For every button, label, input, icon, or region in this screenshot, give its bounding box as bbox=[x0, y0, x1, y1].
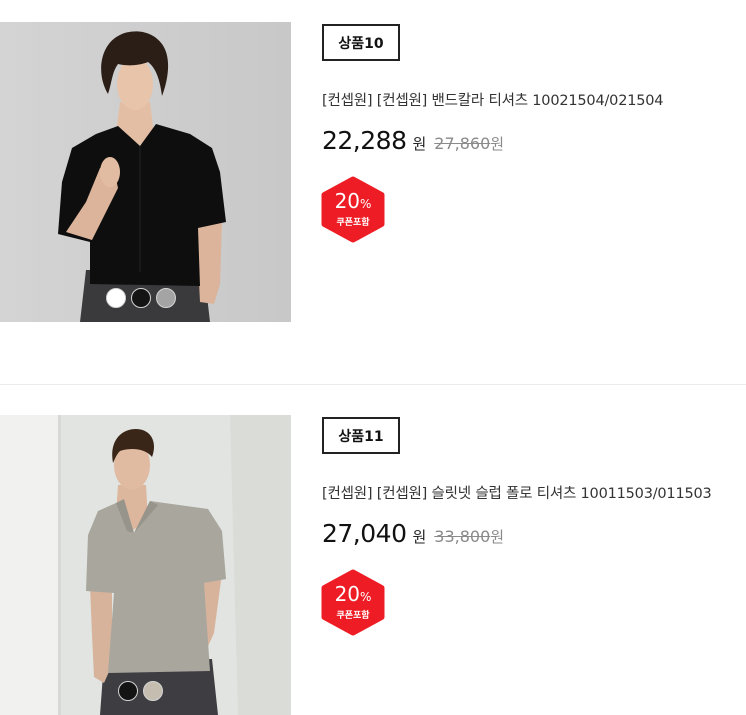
sale-price: 22,288 bbox=[322, 126, 407, 155]
divider bbox=[0, 384, 746, 385]
product-card: 상품11 [컨셉원] [컨셉원] 슬릿넷 슬럽 폴로 티셔츠 10011503/… bbox=[0, 415, 746, 715]
discount-unit: % bbox=[360, 197, 372, 211]
color-swatch-list bbox=[0, 288, 281, 308]
product-number-badge: 상품11 bbox=[322, 417, 400, 454]
discount-badge: 20% 쿠폰포함 bbox=[321, 569, 385, 636]
color-swatch[interactable] bbox=[155, 288, 176, 308]
discount-percent: 20% bbox=[321, 190, 385, 215]
product-photo bbox=[0, 415, 291, 715]
discount-value: 20 bbox=[334, 189, 361, 213]
discount-unit: % bbox=[360, 590, 372, 604]
discount-badge: 20% 쿠폰포함 bbox=[321, 176, 385, 243]
discount-percent: 20% bbox=[321, 583, 385, 608]
product-card: 상품10 [컨셉원] [컨셉원] 밴드칼라 티셔츠 10021504/02150… bbox=[0, 22, 746, 322]
coupon-label: 쿠폰포함 bbox=[336, 611, 370, 621]
color-swatch-list bbox=[0, 681, 281, 701]
sale-price-unit: 원 bbox=[412, 135, 427, 153]
product-title[interactable]: [컨셉원] [컨셉원] 슬릿넷 슬럽 폴로 티셔츠 10011503/01150… bbox=[322, 484, 746, 504]
original-price: 27,860 bbox=[434, 134, 491, 153]
product-photo bbox=[0, 22, 291, 322]
product-number-badge: 상품10 bbox=[322, 24, 400, 61]
original-price-unit: 원 bbox=[490, 528, 505, 546]
original-price-unit: 원 bbox=[490, 135, 505, 153]
product-image[interactable] bbox=[0, 415, 291, 715]
price-row: 22,288 원 27,860 원 bbox=[322, 126, 504, 158]
color-swatch[interactable] bbox=[143, 681, 163, 701]
coupon-label: 쿠폰포함 bbox=[336, 218, 370, 228]
color-swatch[interactable] bbox=[130, 288, 151, 308]
sale-price: 27,040 bbox=[322, 519, 407, 548]
product-image[interactable] bbox=[0, 22, 291, 322]
original-price: 33,800 bbox=[434, 527, 491, 546]
sale-price-unit: 원 bbox=[412, 528, 427, 546]
color-swatch[interactable] bbox=[105, 288, 126, 308]
color-swatch[interactable] bbox=[118, 681, 138, 701]
discount-value: 20 bbox=[334, 582, 361, 606]
price-row: 27,040 원 33,800 원 bbox=[322, 519, 504, 551]
product-title[interactable]: [컨셉원] [컨셉원] 밴드칼라 티셔츠 10021504/021504 bbox=[322, 91, 746, 111]
